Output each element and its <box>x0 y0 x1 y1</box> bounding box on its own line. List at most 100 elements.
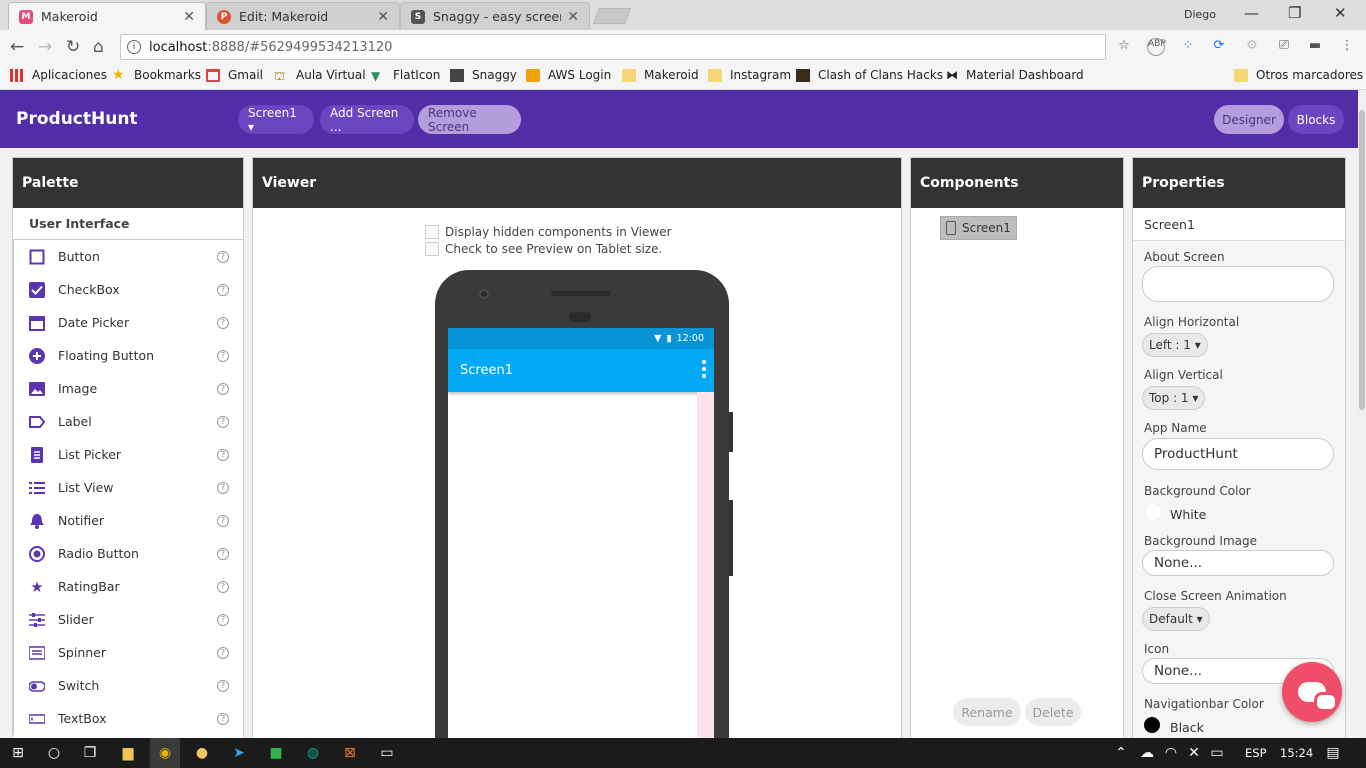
bookmark-flaticon[interactable]: ▼ FlatIcon <box>371 68 440 83</box>
help-icon[interactable]: ? <box>217 415 229 428</box>
add-screen-button[interactable]: Add Screen ... <box>320 105 414 134</box>
phone-screen[interactable]: ▼ ▮ 12:00 Screen1 <box>448 328 714 750</box>
palette-item-list-view[interactable]: List View? <box>14 471 243 504</box>
help-icon[interactable]: ? <box>217 481 229 494</box>
help-icon[interactable]: ? <box>217 448 229 461</box>
palette-item-list-picker[interactable]: List Picker? <box>14 438 243 471</box>
extension-gear-icon[interactable]: ⚙ <box>1243 38 1261 56</box>
help-icon[interactable]: ? <box>217 712 229 725</box>
delete-button[interactable]: Delete <box>1025 698 1081 726</box>
tray-expand-icon[interactable]: ⌃ <box>1112 744 1130 762</box>
palette-item-ratingbar[interactable]: ★ RatingBar? <box>14 570 243 603</box>
blocks-button[interactable]: Blocks <box>1288 105 1344 134</box>
close-screen-animation-dropdown[interactable]: Default ▾ <box>1142 607 1210 631</box>
designer-button[interactable]: Designer <box>1214 105 1284 134</box>
tab-makeroid[interactable]: M Makeroid ✕ <box>8 2 206 30</box>
close-tab-icon[interactable]: ✕ <box>567 9 579 25</box>
component-tree-screen1[interactable]: Screen1 <box>940 216 1017 240</box>
close-tab-icon[interactable]: ✕ <box>377 9 389 25</box>
palette-item-button[interactable]: Button? <box>14 240 243 273</box>
file-explorer-icon[interactable]: ▆ <box>119 744 137 762</box>
palette-item-date-picker[interactable]: Date Picker? <box>14 306 243 339</box>
restore-icon[interactable]: ❐ <box>1288 4 1301 22</box>
help-icon[interactable]: ? <box>217 382 229 395</box>
navigationbar-color-value[interactable]: Black <box>1170 720 1204 735</box>
palette-section-header[interactable]: User Interface <box>13 208 243 240</box>
help-icon[interactable]: ? <box>217 547 229 560</box>
telegram-icon[interactable]: ➤ <box>230 744 248 762</box>
back-icon[interactable]: ← <box>10 37 24 57</box>
windows-start-icon[interactable]: ⊞ <box>9 744 27 762</box>
align-vertical-dropdown[interactable]: Top : 1 ▾ <box>1142 386 1206 410</box>
palette-item-textbox[interactable]: TextBox? <box>14 702 243 735</box>
window-close-icon[interactable]: ✕ <box>1334 4 1347 22</box>
palette-item-notifier[interactable]: Notifier? <box>14 504 243 537</box>
action-center-icon[interactable]: ▤ <box>1324 744 1342 762</box>
palette-item-switch[interactable]: Switch? <box>14 669 243 702</box>
navigationbar-color-swatch[interactable] <box>1144 717 1160 733</box>
volume-muted-icon[interactable]: ✕ <box>1185 744 1203 762</box>
scrollbar-thumb[interactable] <box>1359 110 1365 410</box>
chrome-menu-icon[interactable]: ⋮ <box>1338 38 1356 56</box>
bookmark-star-icon[interactable]: ☆ <box>1115 38 1133 56</box>
help-icon[interactable]: ? <box>217 580 229 593</box>
app-teal-icon[interactable]: ◍ <box>304 744 322 762</box>
reload-icon[interactable]: ↻ <box>66 37 80 57</box>
adblock-icon[interactable]: ABP <box>1147 38 1166 56</box>
help-icon[interactable]: ? <box>217 316 229 329</box>
terminal-icon[interactable]: ▭ <box>378 744 396 762</box>
close-tab-icon[interactable]: ✕ <box>183 9 195 25</box>
background-image-picker[interactable]: None... <box>1142 550 1334 576</box>
remove-screen-button[interactable]: Remove Screen <box>418 105 521 134</box>
chat-support-button[interactable] <box>1282 662 1342 722</box>
chrome-taskbar-icon[interactable]: ◉ <box>150 738 180 768</box>
bookmark-bookmarks[interactable]: ★ Bookmarks <box>112 68 201 83</box>
palette-item-checkbox[interactable]: CheckBox? <box>14 273 243 306</box>
bookmark-apps[interactable]: Aplicaciones <box>10 68 107 82</box>
cookie-app-icon[interactable]: ● <box>193 744 211 762</box>
bookmark-gmail[interactable]: Gmail <box>206 68 263 82</box>
bookmark-aula-virtual[interactable]: ⛫ Aula Virtual <box>274 68 366 83</box>
task-view-icon[interactable]: ❐ <box>81 744 99 762</box>
palette-item-radio-button[interactable]: Radio Button? <box>14 537 243 570</box>
palette-item-floating-button[interactable]: Floating Button? <box>14 339 243 372</box>
profile-name[interactable]: Diego <box>1184 8 1216 21</box>
palette-item-label[interactable]: Label? <box>14 405 243 438</box>
align-horizontal-dropdown[interactable]: Left : 1 ▾ <box>1142 333 1208 357</box>
bookmark-makeroid[interactable]: Makeroid <box>622 68 699 82</box>
sublime-icon[interactable]: ■ <box>267 744 285 762</box>
site-info-icon[interactable]: i <box>127 40 141 54</box>
tab-edit-makeroid[interactable]: P Edit: Makeroid ✕ <box>206 2 400 30</box>
help-icon[interactable]: ? <box>217 514 229 527</box>
tablet-preview-checkbox[interactable] <box>425 242 439 256</box>
screen-select-dropdown[interactable]: Screen1 ▾ <box>238 105 314 134</box>
bookmark-clash-of-clans[interactable]: Clash of Clans Hacks <box>796 68 943 82</box>
xampp-icon[interactable]: ⊠ <box>341 744 359 762</box>
onedrive-icon[interactable]: ☁ <box>1138 744 1156 762</box>
cast-icon[interactable]: ⎚ <box>1275 38 1293 56</box>
tab-snaggy[interactable]: S Snaggy - easy screensho ✕ <box>400 2 590 30</box>
bookmark-material-dashboard[interactable]: ⧓ Material Dashboard F <box>946 68 1084 82</box>
help-icon[interactable]: ? <box>217 283 229 296</box>
bookmark-instagram[interactable]: Instagram <box>708 68 791 82</box>
bookmark-snaggy[interactable]: Snaggy <box>450 68 517 82</box>
overflow-menu-icon[interactable] <box>702 360 706 381</box>
page-scrollbar[interactable] <box>1358 90 1366 738</box>
forward-icon[interactable]: → <box>38 37 52 57</box>
help-icon[interactable]: ? <box>217 349 229 362</box>
background-color-swatch[interactable] <box>1144 503 1162 521</box>
extension-terminal-icon[interactable]: ▬ <box>1306 38 1324 56</box>
app-name-input[interactable]: ProductHunt <box>1142 438 1334 470</box>
sync-extension-icon[interactable]: ⟳ <box>1210 38 1228 56</box>
help-icon[interactable]: ? <box>217 250 229 263</box>
help-icon[interactable]: ? <box>217 646 229 659</box>
input-language[interactable]: ESP <box>1245 746 1267 760</box>
help-icon[interactable]: ? <box>217 679 229 692</box>
taskbar-clock[interactable]: 15:24 <box>1280 746 1313 760</box>
about-screen-textarea[interactable] <box>1142 266 1334 302</box>
address-bar[interactable]: i localhost:8888/#5629499534213120 <box>120 34 1106 60</box>
bookmark-otros-marcadores[interactable]: Otros marcadores <box>1234 68 1363 82</box>
battery-tray-icon[interactable]: ▭ <box>1208 744 1226 762</box>
display-hidden-checkbox[interactable] <box>425 225 439 239</box>
rename-button[interactable]: Rename <box>953 698 1021 726</box>
